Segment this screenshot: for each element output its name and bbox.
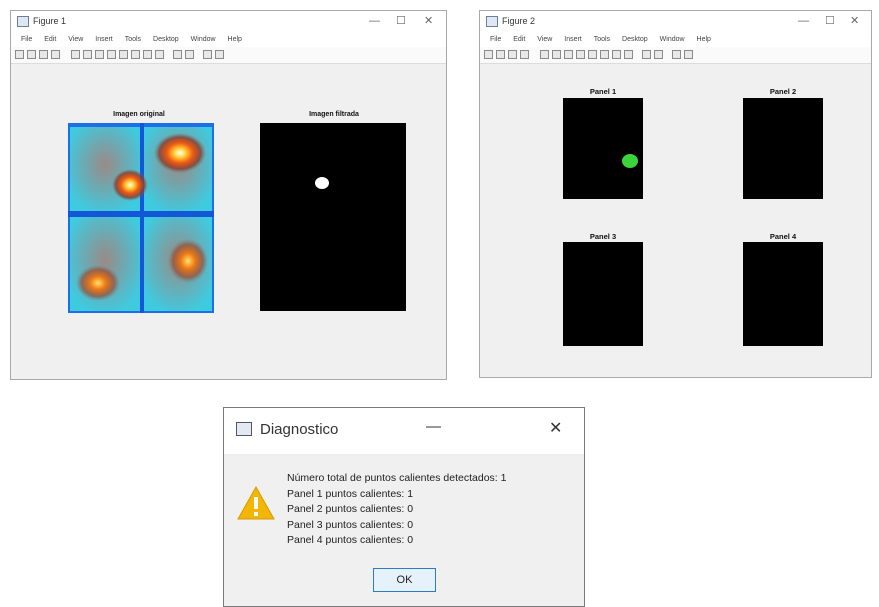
dialog-titlebar: Diagnostico — ✕	[224, 408, 584, 454]
menu-file[interactable]: File	[490, 33, 501, 47]
link-icon[interactable]	[155, 50, 164, 59]
new-figure-icon[interactable]	[15, 50, 24, 59]
menu-view[interactable]: View	[537, 33, 552, 47]
figure1-title: Figure 1	[33, 16, 67, 26]
show-plot-tools-icon[interactable]	[215, 50, 224, 59]
menu-insert[interactable]: Insert	[564, 33, 582, 47]
filtered-image	[260, 123, 406, 311]
figure2-title: Figure 2	[502, 16, 536, 26]
original-thermal-image	[68, 123, 214, 313]
menu-tools[interactable]: Tools	[594, 33, 610, 47]
data-cursor-icon[interactable]	[131, 50, 140, 59]
hotspot-2	[112, 169, 148, 201]
maximize-icon[interactable]: ☐	[396, 15, 406, 27]
menu-help[interactable]: Help	[697, 33, 711, 47]
panel-3-count-line: Panel 3 puntos calientes: 0	[287, 518, 414, 531]
zoom-out-icon[interactable]	[564, 50, 573, 59]
zoom-in-icon[interactable]	[552, 50, 561, 59]
panel-1-image	[563, 98, 643, 199]
save-icon[interactable]	[39, 50, 48, 59]
panel-2-image	[743, 98, 823, 199]
panel-4-count-line: Panel 4 puntos calientes: 0	[287, 534, 414, 546]
link-icon[interactable]	[624, 50, 633, 59]
panel-3-image	[563, 242, 643, 346]
colorbar-icon[interactable]	[173, 50, 182, 59]
matlab-figure-icon	[236, 422, 252, 436]
pan-icon[interactable]	[107, 50, 116, 59]
warning-icon	[237, 485, 275, 520]
hide-plot-tools-icon[interactable]	[672, 50, 681, 59]
colorbar-icon[interactable]	[642, 50, 651, 59]
rotate-icon[interactable]	[588, 50, 597, 59]
menu-insert[interactable]: Insert	[95, 33, 113, 47]
matlab-figure-icon	[17, 16, 29, 27]
zoom-out-icon[interactable]	[95, 50, 104, 59]
show-plot-tools-icon[interactable]	[684, 50, 693, 59]
menu-help[interactable]: Help	[228, 33, 242, 47]
menu-desktop[interactable]: Desktop	[622, 33, 648, 47]
menu-window[interactable]: Window	[660, 33, 685, 47]
diagnostic-dialog: Diagnostico — ✕ Número total de puntos c…	[223, 407, 585, 607]
filtered-hotspot	[315, 177, 329, 189]
new-figure-icon[interactable]	[484, 50, 493, 59]
dialog-title: Diagnostico	[260, 421, 339, 438]
figure1-toolbar	[11, 47, 446, 64]
print-icon[interactable]	[520, 50, 529, 59]
pan-icon[interactable]	[576, 50, 585, 59]
hotspot-1	[154, 133, 206, 173]
figure1-titlebar: Figure 1 — ☐ ✕	[11, 11, 446, 33]
total-hotspots-line: Número total de puntos calientes detecta…	[287, 472, 507, 484]
legend-icon[interactable]	[185, 50, 194, 59]
menu-file[interactable]: File	[21, 33, 32, 47]
pointer-icon[interactable]	[540, 50, 549, 59]
maximize-icon[interactable]: ☐	[825, 15, 835, 27]
panel-4-image	[743, 242, 823, 346]
menu-window[interactable]: Window	[191, 33, 216, 47]
brush-icon[interactable]	[143, 50, 152, 59]
menu-view[interactable]: View	[68, 33, 83, 47]
panel-1-hotspot	[622, 154, 638, 168]
panel-2-count-line: Panel 2 puntos calientes: 0	[287, 503, 414, 515]
figure1-menubar: File Edit View Insert Tools Desktop Wind…	[11, 33, 446, 47]
close-icon[interactable]: ✕	[850, 15, 859, 27]
ok-button[interactable]: OK	[373, 568, 436, 592]
menu-edit[interactable]: Edit	[44, 33, 56, 47]
minimize-icon[interactable]: —	[426, 418, 441, 435]
figure2-menubar: File Edit View Insert Tools Desktop Wind…	[480, 33, 871, 47]
minimize-icon[interactable]: —	[798, 15, 809, 27]
panel-2-title: Panel 2	[769, 87, 797, 96]
menu-tools[interactable]: Tools	[125, 33, 141, 47]
panel-1-title: Panel 1	[589, 87, 617, 96]
hotspot-3	[76, 265, 120, 301]
brush-icon[interactable]	[612, 50, 621, 59]
original-image-title: Imagen original	[113, 111, 165, 118]
data-cursor-icon[interactable]	[600, 50, 609, 59]
figure2-toolbar	[480, 47, 871, 64]
hotspot-4	[168, 239, 208, 283]
save-icon[interactable]	[508, 50, 517, 59]
legend-icon[interactable]	[654, 50, 663, 59]
matlab-figure-icon	[486, 16, 498, 27]
figure1-window: Figure 1 — ☐ ✕ File Edit View Insert Too…	[10, 10, 447, 380]
open-icon[interactable]	[27, 50, 36, 59]
open-icon[interactable]	[496, 50, 505, 59]
minimize-icon[interactable]: —	[369, 15, 380, 27]
hide-plot-tools-icon[interactable]	[203, 50, 212, 59]
menu-desktop[interactable]: Desktop	[153, 33, 179, 47]
filtered-image-title: Imagen filtrada	[309, 111, 359, 118]
print-icon[interactable]	[51, 50, 60, 59]
panel-4-title: Panel 4	[769, 232, 797, 241]
close-icon[interactable]: ✕	[549, 418, 562, 438]
close-icon[interactable]: ✕	[424, 15, 433, 27]
pointer-icon[interactable]	[71, 50, 80, 59]
diagnostic-message: Número total de puntos calientes detecta…	[287, 471, 506, 549]
menu-edit[interactable]: Edit	[513, 33, 525, 47]
panel-1-count-line: Panel 1 puntos calientes: 1	[287, 487, 414, 500]
figure2-window: Figure 2 — ☐ ✕ File Edit View Insert Too…	[479, 10, 872, 378]
rotate-icon[interactable]	[119, 50, 128, 59]
zoom-in-icon[interactable]	[83, 50, 92, 59]
panel-3-title: Panel 3	[589, 232, 617, 241]
figure2-titlebar: Figure 2 — ☐ ✕	[480, 11, 871, 33]
